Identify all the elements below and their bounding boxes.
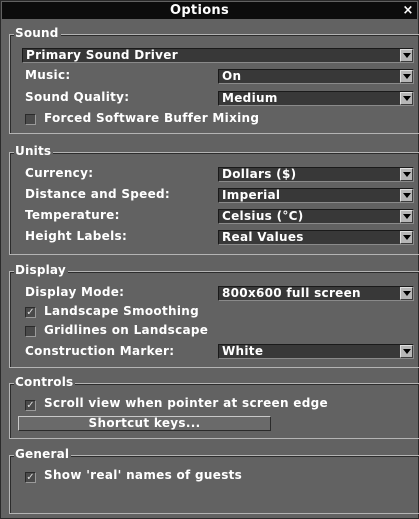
gridlines-checkbox[interactable] [25,326,36,337]
currency-dropdown[interactable]: Dollars ($) [218,167,414,182]
sound-group-title: Sound [14,26,61,41]
temperature-dropdown[interactable]: Celsius (°C) [218,209,414,224]
distance-speed-label: Distance and Speed: [25,187,171,201]
real-names-label: Show 'real' names of guests [44,468,243,482]
dropdown-arrow-icon[interactable] [400,70,413,83]
window-title: Options [169,3,230,18]
display-group-title: Display [14,263,68,278]
music-label: Music: [25,68,71,82]
dropdown-arrow-icon[interactable] [400,345,413,358]
title-bar[interactable]: Options × [2,2,417,19]
real-names-checkbox[interactable]: ✓ [25,472,36,483]
dropdown-arrow-icon[interactable] [400,49,413,62]
options-window: Options × Sound Primary Sound Driver Mus… [0,0,419,519]
sound-driver-value: Primary Sound Driver [26,48,178,62]
display-mode-value: 800x600 full screen [222,286,361,300]
dropdown-arrow-icon[interactable] [400,189,413,202]
sound-quality-dropdown[interactable]: Medium [218,91,414,106]
units-group-title: Units [14,144,54,159]
distance-speed-value: Imperial [222,188,281,202]
landscape-smoothing-checkbox[interactable]: ✓ [25,307,36,318]
forced-mixing-checkbox[interactable] [25,114,36,125]
display-mode-dropdown[interactable]: 800x600 full screen [218,286,414,301]
music-value: On [222,69,242,83]
currency-label: Currency: [25,166,94,180]
dropdown-arrow-icon[interactable] [400,287,413,300]
display-mode-label: Display Mode: [25,285,125,299]
height-labels-label: Height Labels: [25,229,128,243]
gridlines-label: Gridlines on Landscape [44,323,209,337]
temperature-value: Celsius (°C) [222,209,304,223]
construction-marker-value: White [222,344,264,358]
music-dropdown[interactable]: On [218,69,414,84]
scroll-edge-checkbox[interactable]: ✓ [25,400,36,411]
general-group: General [9,447,419,514]
general-group-title: General [14,447,72,462]
sound-quality-label: Sound Quality: [25,90,130,104]
temperature-label: Temperature: [25,208,120,222]
height-labels-value: Real Values [222,230,304,244]
forced-mixing-label: Forced Software Buffer Mixing [44,111,260,125]
distance-speed-dropdown[interactable]: Imperial [218,188,414,203]
height-labels-dropdown[interactable]: Real Values [218,230,414,245]
dropdown-arrow-icon[interactable] [400,168,413,181]
landscape-smoothing-label: Landscape Smoothing [44,304,199,318]
sound-quality-value: Medium [222,91,278,105]
construction-marker-label: Construction Marker: [25,344,175,358]
dropdown-arrow-icon[interactable] [400,92,413,105]
dropdown-arrow-icon[interactable] [400,210,413,223]
sound-driver-dropdown[interactable]: Primary Sound Driver [22,48,414,63]
dropdown-arrow-icon[interactable] [400,231,413,244]
construction-marker-dropdown[interactable]: White [218,344,414,359]
controls-group-title: Controls [14,375,76,390]
scroll-edge-label: Scroll view when pointer at screen edge [44,396,328,410]
currency-value: Dollars ($) [222,167,297,181]
close-icon[interactable]: × [400,3,416,18]
shortcut-keys-button[interactable]: Shortcut keys... [18,416,271,431]
